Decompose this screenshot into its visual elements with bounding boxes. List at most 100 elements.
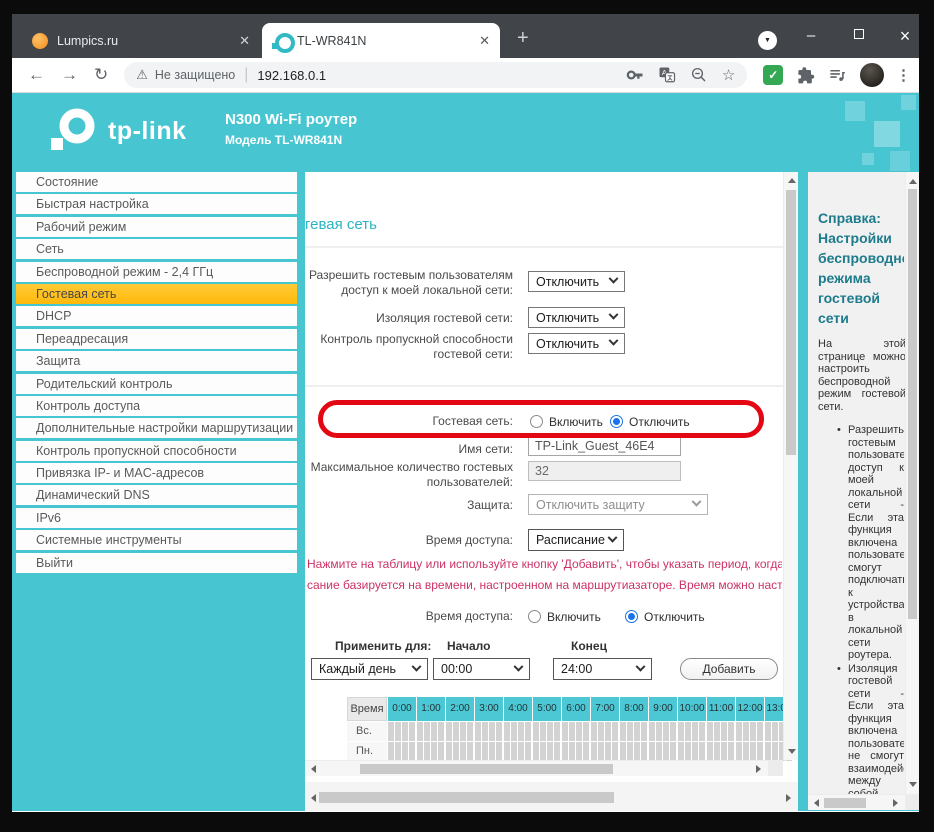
schedule-slot-cell[interactable] <box>417 742 423 761</box>
scroll-left-icon[interactable] <box>307 762 320 775</box>
schedule-slot-cell[interactable] <box>598 722 604 741</box>
schedule-slot-cell[interactable] <box>409 742 415 761</box>
schedule-slot-cell[interactable] <box>612 722 618 741</box>
schedule-slot-cell[interactable] <box>757 722 763 741</box>
start-time-select[interactable]: 00:00 <box>433 658 530 680</box>
help-horizontal-scroll-thumb[interactable] <box>824 798 866 808</box>
close-tab-icon[interactable]: ✕ <box>479 33 490 49</box>
page-horizontal-scrollbar[interactable] <box>305 789 798 806</box>
end-time-select[interactable]: 24:00 <box>553 658 652 680</box>
close-window-button[interactable]: × <box>884 14 926 58</box>
schedule-slot-cell[interactable] <box>605 722 611 741</box>
schedule-slot-cell[interactable] <box>504 742 510 761</box>
schedule-slot-cell[interactable] <box>728 722 734 741</box>
scroll-up-icon[interactable] <box>906 175 919 188</box>
schedule-slot-cell[interactable] <box>591 742 597 761</box>
forward-button[interactable]: → <box>61 65 78 85</box>
schedule-slot-cell[interactable] <box>562 742 568 761</box>
schedule-slot-cell[interactable] <box>656 722 662 741</box>
schedule-slot-cell[interactable] <box>438 742 444 761</box>
help-horizontal-scrollbar[interactable] <box>808 794 905 810</box>
schedule-slot-cell[interactable] <box>475 722 481 741</box>
schedule-slot-cell[interactable] <box>525 742 531 761</box>
network-name-input[interactable]: TP-Link_Guest_46E4 <box>528 436 681 456</box>
schedule-slot-cell[interactable] <box>395 742 401 761</box>
sidebar-item[interactable]: Дополнительные настройки маршрутизации <box>16 418 297 438</box>
schedule-slot-cell[interactable] <box>482 742 488 761</box>
schedule-slot-cell[interactable] <box>540 722 546 741</box>
guest-enable-radio[interactable] <box>530 415 543 428</box>
schedule-slot-cell[interactable] <box>743 722 749 741</box>
schedule-slot-cell[interactable] <box>576 742 582 761</box>
allow-lan-select[interactable]: Отключить <box>528 271 625 292</box>
schedule-slot-cell[interactable] <box>699 742 705 761</box>
schedule-slot-cell[interactable] <box>431 742 437 761</box>
url-text[interactable]: 192.168.0.1 <box>257 68 611 83</box>
sidebar-item[interactable]: Быстрая настройка <box>16 194 297 214</box>
schedule-slot-cell[interactable] <box>569 742 575 761</box>
access-time-enable-label[interactable]: Включить <box>547 610 601 624</box>
sidebar-item[interactable]: Системные инструменты <box>16 530 297 550</box>
schedule-slot-cell[interactable] <box>453 722 459 741</box>
guest-disable-label[interactable]: Отключить <box>629 415 690 429</box>
schedule-slot-cell[interactable] <box>453 742 459 761</box>
add-button[interactable]: Добавить <box>680 658 778 680</box>
schedule-slot-cell[interactable] <box>431 722 437 741</box>
schedule-slot-cell[interactable] <box>634 722 640 741</box>
schedule-slot-cell[interactable] <box>692 722 698 741</box>
schedule-slot-cell[interactable] <box>388 742 394 761</box>
schedule-slot-cell[interactable] <box>525 722 531 741</box>
extension-check-icon[interactable]: ✓ <box>763 65 783 85</box>
sidebar-item[interactable]: Защита <box>16 351 297 371</box>
schedule-slot-cell[interactable] <box>533 742 539 761</box>
main-horizontal-scroll-thumb[interactable] <box>360 764 613 774</box>
schedule-slot-cell[interactable] <box>424 722 430 741</box>
main-horizontal-scrollbar[interactable] <box>305 760 768 776</box>
max-guests-input[interactable]: 32 <box>528 461 681 481</box>
sidebar-item[interactable]: Привязка IP- и MAC-адресов <box>16 463 297 483</box>
schedule-slot-cell[interactable] <box>554 742 560 761</box>
schedule-slot-cell[interactable] <box>547 742 553 761</box>
schedule-slot-cell[interactable] <box>475 742 481 761</box>
close-tab-icon[interactable]: ✕ <box>239 33 250 49</box>
schedule-slot-cell[interactable] <box>670 742 676 761</box>
schedule-slot-cell[interactable] <box>583 742 589 761</box>
schedule-slot-cell[interactable] <box>641 722 647 741</box>
schedule-slot-cell[interactable] <box>743 742 749 761</box>
tab-router[interactable]: TL-WR841N ✕ <box>262 23 500 58</box>
sidebar-item[interactable]: DHCP <box>16 306 297 326</box>
scroll-right-icon[interactable] <box>782 791 795 804</box>
schedule-slot-cell[interactable] <box>576 722 582 741</box>
schedule-slot-cell[interactable] <box>663 722 669 741</box>
schedule-slot-cell[interactable] <box>721 722 727 741</box>
sidebar-item[interactable]: Рабочий режим <box>16 217 297 237</box>
schedule-slot-cell[interactable] <box>649 742 655 761</box>
sidebar-item[interactable]: Динамический DNS <box>16 485 297 505</box>
schedule-slot-cell[interactable] <box>757 742 763 761</box>
schedule-slot-cell[interactable] <box>627 742 633 761</box>
password-key-icon[interactable] <box>626 66 644 84</box>
schedule-slot-cell[interactable] <box>678 722 684 741</box>
help-vertical-scroll-thumb[interactable] <box>908 189 917 619</box>
schedule-slot-cell[interactable] <box>765 742 771 761</box>
schedule-slot-cell[interactable] <box>765 722 771 741</box>
sidebar-item[interactable]: Гостевая сеть <box>16 284 297 304</box>
schedule-slot-cell[interactable] <box>496 722 502 741</box>
schedule-slot-cell[interactable] <box>649 722 655 741</box>
access-time-disable-radio[interactable] <box>625 610 638 623</box>
sidebar-item[interactable]: Контроль пропускной способности <box>16 441 297 461</box>
schedule-slot-cell[interactable] <box>395 722 401 741</box>
schedule-slot-cell[interactable] <box>460 742 466 761</box>
bandwidth-control-select[interactable]: Отключить <box>528 333 625 354</box>
schedule-slot-cell[interactable] <box>736 722 742 741</box>
schedule-slot-cell[interactable] <box>750 722 756 741</box>
schedule-slot-cell[interactable] <box>569 722 575 741</box>
schedule-slot-cell[interactable] <box>707 742 713 761</box>
security-select[interactable]: Отключить защиту <box>528 494 708 515</box>
sidebar-item[interactable]: IPv6 <box>16 508 297 528</box>
main-vertical-scrollbar[interactable] <box>783 172 798 760</box>
schedule-slot-cell[interactable] <box>656 742 662 761</box>
main-vertical-scroll-thumb[interactable] <box>786 190 796 455</box>
schedule-slot-cell[interactable] <box>438 722 444 741</box>
schedule-slot-cell[interactable] <box>721 742 727 761</box>
